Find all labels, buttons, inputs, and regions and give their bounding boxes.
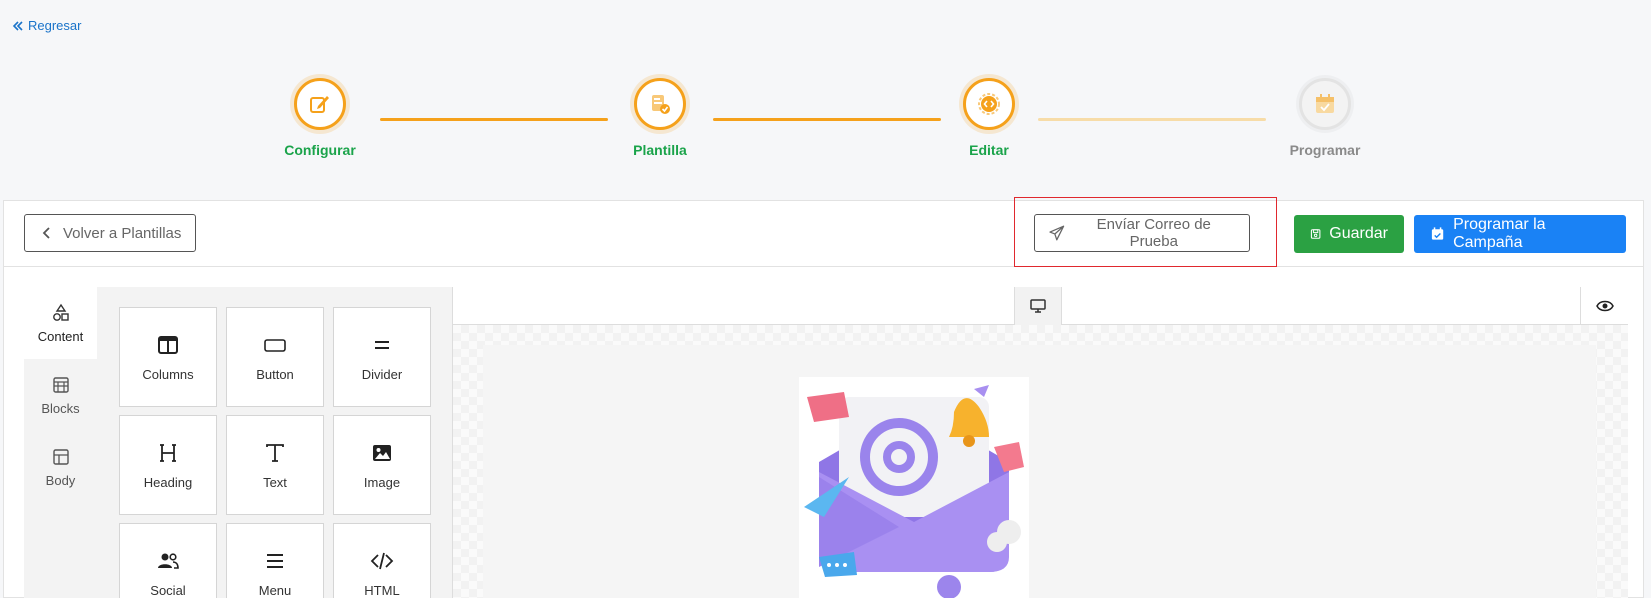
columns-icon [158, 335, 178, 354]
tool-social[interactable]: Social [119, 523, 217, 598]
tool-label: Button [256, 366, 294, 382]
step-circle [963, 78, 1015, 130]
progress-stepper: Configurar Plantilla Editar Programar [0, 78, 1651, 168]
tool-text[interactable]: Text [226, 415, 324, 515]
tool-label: Divider [361, 366, 403, 382]
eye-icon [1595, 300, 1614, 312]
connector-2 [713, 118, 941, 121]
text-icon [266, 443, 284, 462]
social-icon [158, 552, 179, 569]
content-tools-grid: Columns Button Divider Heading Text Imag… [97, 287, 453, 598]
editor-toolbar: Volver a Plantillas Envíar Correo de Pru… [4, 197, 1643, 267]
step-circle [634, 78, 686, 130]
template-check-icon [652, 95, 670, 114]
step-plantilla[interactable]: Plantilla [590, 78, 730, 158]
send-test-email-label: Envíar Correo de Prueba [1096, 216, 1211, 250]
back-to-templates-button[interactable]: Volver a Plantillas [24, 214, 197, 252]
schedule-campaign-label: Programar la Campaña [1453, 216, 1546, 251]
chevron-left-icon [42, 227, 50, 239]
button-icon [264, 338, 286, 352]
save-label: Guardar [1329, 225, 1388, 242]
connector-1 [380, 118, 608, 121]
back-link[interactable]: Regresar [12, 18, 81, 33]
edit-icon [310, 96, 329, 113]
code-gear-icon [978, 93, 1000, 115]
tool-divider[interactable]: Divider [333, 307, 431, 407]
heading-icon [160, 443, 176, 462]
tool-button[interactable]: Button [226, 307, 324, 407]
email-envelope-illustration [804, 385, 1024, 598]
tool-label: Columns [142, 366, 194, 382]
tool-label: Image [363, 474, 401, 490]
calendar-check-icon [1316, 94, 1334, 113]
preview-button[interactable] [1580, 287, 1628, 325]
tool-menu[interactable]: Menu [226, 523, 324, 598]
tool-html[interactable]: HTML [333, 523, 431, 598]
save-icon [1310, 229, 1321, 239]
step-circle [1299, 78, 1351, 130]
back-to-templates-label: Volver a Plantillas [63, 224, 182, 242]
tool-label: Menu [258, 582, 292, 598]
back-link-label: Regresar [28, 18, 82, 33]
save-button[interactable]: Guardar [1294, 215, 1404, 253]
step-circle [294, 78, 346, 130]
tab-body[interactable]: Body [24, 431, 97, 503]
menu-icon [267, 553, 283, 568]
html-icon [370, 552, 394, 569]
step-label: Configurar [284, 142, 356, 158]
tab-label: Blocks [41, 400, 80, 416]
tab-label: Content [37, 328, 84, 344]
desktop-icon [1030, 299, 1046, 313]
blocks-icon [52, 376, 69, 393]
connector-3 [1038, 118, 1266, 121]
step-configurar[interactable]: Configurar [250, 78, 390, 158]
canvas-toolbar [453, 287, 1628, 325]
schedule-campaign-button[interactable]: Programar la Campaña [1414, 215, 1626, 253]
double-chevron-left-icon [12, 20, 23, 31]
email-body[interactable] [483, 345, 1596, 598]
image-icon [373, 444, 391, 461]
tab-label: Body [45, 472, 76, 488]
step-label: Editar [969, 142, 1009, 158]
send-test-email-button[interactable]: Envíar Correo de Prueba [1034, 214, 1250, 252]
tool-columns[interactable]: Columns [119, 307, 217, 407]
tool-label: Text [263, 474, 287, 490]
step-programar[interactable]: Programar [1255, 78, 1395, 158]
calendar-check-icon [1431, 227, 1444, 240]
email-image-block[interactable] [799, 377, 1029, 598]
step-editar[interactable]: Editar [919, 78, 1059, 158]
step-label: Plantilla [633, 142, 687, 158]
email-canvas[interactable] [453, 325, 1628, 598]
body-layout-icon [52, 448, 69, 465]
shapes-icon [52, 303, 69, 321]
divider-icon [375, 340, 389, 349]
tool-label: Social [150, 582, 186, 598]
tool-heading[interactable]: Heading [119, 415, 217, 515]
paper-plane-icon [1049, 225, 1065, 241]
tool-image[interactable]: Image [333, 415, 431, 515]
desktop-view-button[interactable] [1014, 287, 1062, 325]
tab-content[interactable]: Content [24, 287, 105, 359]
editor-panel: Volver a Plantillas Envíar Correo de Pru… [3, 197, 1644, 598]
tab-blocks[interactable]: Blocks [24, 359, 97, 431]
sidebar-tabs: Content Blocks Body [24, 287, 105, 598]
tool-label: Heading [143, 474, 193, 490]
tool-label: HTML [364, 582, 400, 598]
step-label: Programar [1289, 142, 1361, 158]
